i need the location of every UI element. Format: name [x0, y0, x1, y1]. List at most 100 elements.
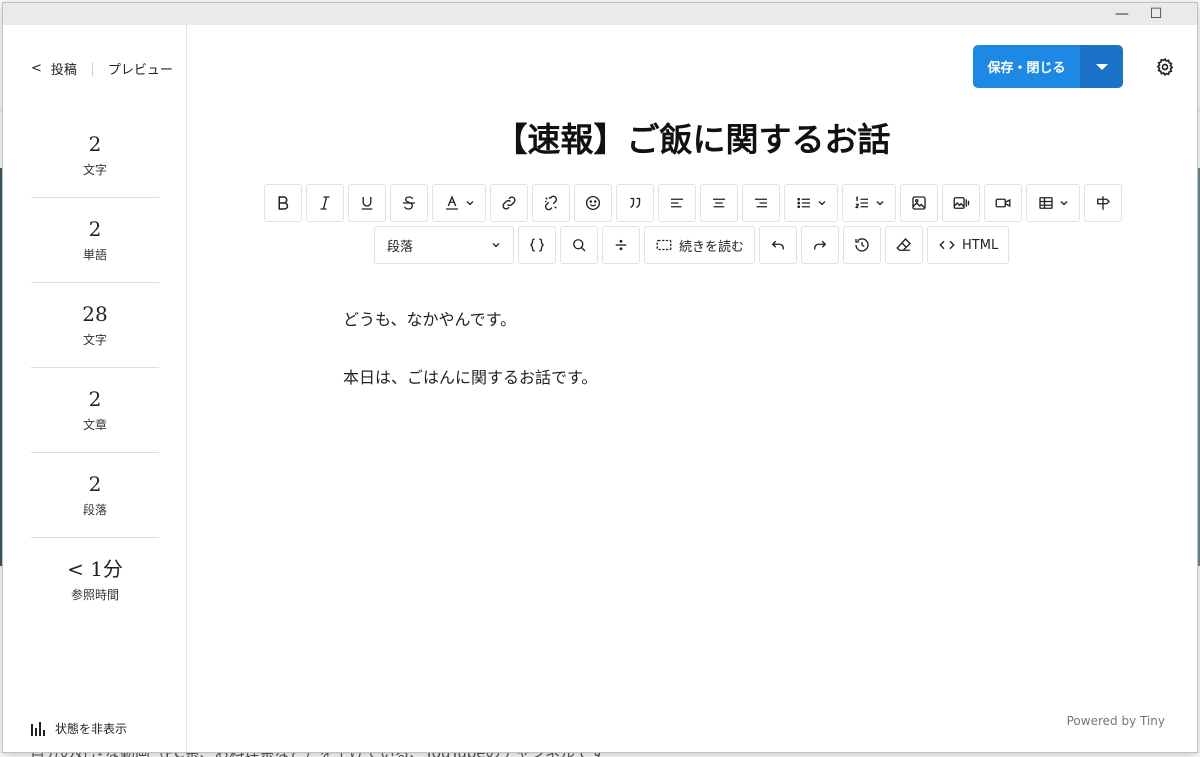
stat-item: 2 段落: [31, 453, 159, 538]
save-close-button[interactable]: 保存・閉じる: [973, 45, 1081, 88]
stat-label: 文章: [82, 417, 107, 432]
divide-icon: [615, 239, 627, 251]
editor-toolbar-row-2: 段落 続きを読む HTML: [374, 226, 1010, 264]
stat-label: 文字: [82, 332, 107, 347]
text-color-icon: [446, 195, 458, 210]
stat-value: 28: [82, 301, 108, 326]
paragraph[interactable]: 本日は、ごはんに関するお話です。: [343, 367, 597, 389]
hide-stats-label: 状態を非表示: [55, 722, 128, 736]
stat-item: 2 単語: [31, 198, 159, 283]
editor-window: — ☐ < 投稿 プレビュー 2 文字 2 単語 28 文字 2 文章 2 段落…: [2, 2, 1198, 753]
insert-video-button[interactable]: [984, 184, 1022, 222]
numbered-list-button[interactable]: [842, 184, 896, 222]
gallery-icon: [953, 197, 970, 209]
blockquote-button[interactable]: [616, 184, 654, 222]
align-right-button[interactable]: [742, 184, 780, 222]
stats-sidebar: < 投稿 プレビュー 2 文字 2 単語 28 文字 2 文章 2 段落 < 1…: [3, 25, 187, 752]
revision-history-button[interactable]: [843, 226, 882, 264]
editor-toolbar-row-1: [264, 184, 1122, 222]
insert-gallery-button[interactable]: [942, 184, 980, 222]
bold-icon: [278, 196, 289, 210]
image-icon: [912, 196, 926, 210]
undo-button[interactable]: [759, 226, 798, 264]
save-options-dropdown[interactable]: [1081, 45, 1123, 88]
underline-button[interactable]: [348, 184, 386, 222]
align-left-icon: [671, 198, 683, 208]
emoji-button[interactable]: [574, 184, 612, 222]
bullet-list-icon: [797, 197, 810, 209]
powered-by-tiny[interactable]: Powered by Tiny: [1067, 714, 1165, 728]
search-replace-button[interactable]: [560, 226, 598, 264]
strikethrough-icon: [403, 196, 415, 210]
strikethrough-button[interactable]: [390, 184, 428, 222]
read-more-button[interactable]: 続きを読む: [644, 226, 756, 264]
html-mode-label: HTML: [962, 237, 999, 253]
align-right-icon: [755, 198, 767, 208]
maximize-button[interactable]: ☐: [1139, 3, 1173, 25]
editor-content[interactable]: どうも、なかやんです。 本日は、ごはんに関するお話です。: [343, 309, 597, 425]
stat-label: 文字: [82, 162, 107, 177]
insert-image-button[interactable]: [900, 184, 938, 222]
caret-down-icon: [1096, 63, 1108, 70]
block-format-value: 段落: [387, 239, 414, 255]
chevron-down-icon: [466, 201, 474, 206]
chevron-down-icon: [1060, 201, 1068, 206]
link-button[interactable]: [490, 184, 528, 222]
numbered-list-icon: [855, 196, 868, 209]
unlink-button[interactable]: [532, 184, 570, 222]
align-center-button[interactable]: [700, 184, 738, 222]
unlink-icon: [544, 195, 558, 211]
chevron-left-icon: <: [31, 61, 42, 76]
eraser-icon: [896, 238, 911, 251]
stat-value: 2: [88, 386, 102, 411]
redo-button[interactable]: [801, 226, 840, 264]
gear-icon[interactable]: [1155, 57, 1175, 77]
back-to-posts-link[interactable]: 投稿: [51, 59, 77, 78]
quote-icon: [630, 197, 641, 209]
underline-icon: [361, 197, 373, 210]
block-format-select[interactable]: 段落: [374, 226, 514, 264]
undo-icon: [771, 240, 784, 250]
bar-chart-icon: [31, 721, 45, 736]
chevron-down-icon: [876, 201, 884, 206]
html-mode-button[interactable]: HTML: [927, 226, 1010, 264]
editor-main: 保存・閉じる 【速報】ご飯に関するお話 段落 続きを読む HTML どうも、なか…: [188, 25, 1197, 752]
stat-item: 2 文章: [31, 368, 159, 453]
code-icon: [939, 240, 955, 250]
stat-item: 2 文字: [31, 113, 159, 198]
sidebar-nav: < 投稿 プレビュー: [31, 59, 173, 78]
signpost-icon: [1097, 196, 1110, 210]
history-icon: [855, 238, 869, 252]
code-sample-button[interactable]: [518, 226, 556, 264]
stat-label: 参照時間: [70, 588, 119, 602]
bold-button[interactable]: [264, 184, 302, 222]
hide-stats-button[interactable]: 状態を非表示: [31, 720, 127, 737]
bullet-list-button[interactable]: [784, 184, 838, 222]
stat-item: 28 文字: [31, 283, 159, 368]
read-more-icon: [656, 239, 672, 251]
nav-divider: [91, 61, 93, 76]
clear-formatting-button[interactable]: [885, 226, 924, 264]
italic-button[interactable]: [306, 184, 344, 222]
align-left-button[interactable]: [658, 184, 696, 222]
text-color-button[interactable]: [432, 184, 486, 222]
save-button-group: 保存・閉じる: [973, 45, 1123, 88]
paragraph[interactable]: どうも、なかやんです。: [343, 309, 597, 331]
align-center-icon: [713, 198, 725, 208]
braces-icon: [530, 238, 544, 252]
minimize-button[interactable]: —: [1105, 3, 1139, 25]
page-break-button[interactable]: [602, 226, 640, 264]
redo-icon: [814, 240, 827, 250]
emoji-icon: [585, 195, 601, 211]
stat-label: 単語: [82, 247, 107, 262]
table-icon: [1039, 197, 1053, 209]
table-button[interactable]: [1026, 184, 1080, 222]
preview-link[interactable]: プレビュー: [108, 59, 173, 78]
chevron-down-icon: [818, 201, 826, 206]
stat-item: < 1分 参照時間: [31, 538, 159, 623]
post-title[interactable]: 【速報】ご飯に関するお話: [188, 113, 1197, 161]
signpost-button[interactable]: [1084, 184, 1122, 222]
link-icon: [502, 196, 516, 210]
video-icon: [995, 198, 1011, 208]
read-more-label: 続きを読む: [679, 239, 745, 255]
